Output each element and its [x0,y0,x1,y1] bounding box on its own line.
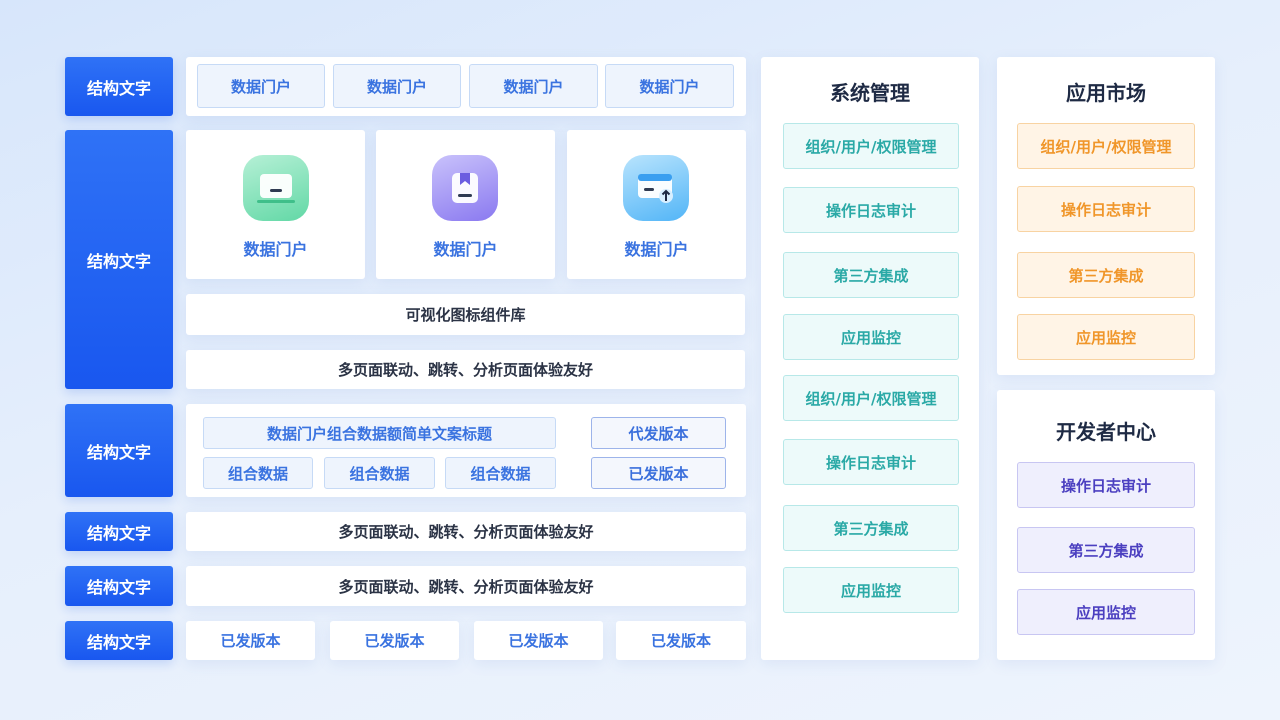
combo-data-chip-2[interactable]: 组合数据 [324,457,435,489]
system-item-audit-log-2[interactable]: 操作日志审计 [783,439,959,485]
version-box-3[interactable]: 已发版本 [474,621,603,660]
system-management-panel: 系统管理 组织/用户/权限管理 操作日志审计 第三方集成 应用监控 组织/用户/… [761,57,979,660]
market-item-audit-log[interactable]: 操作日志审计 [1017,186,1195,232]
card-upload-icon [623,155,689,221]
tab-data-portal-3[interactable]: 数据门户 [469,64,598,108]
version-box-4[interactable]: 已发版本 [616,621,746,660]
system-item-third-party-2[interactable]: 第三方集成 [783,505,959,551]
combo-data-panel: 数据门户组合数据额简单文案标题 组合数据 组合数据 组合数据 代发版本 已发版本 [186,404,746,497]
multi-page-bar-3[interactable]: 多页面联动、跳转、分析页面体验友好 [186,566,746,606]
row-label-4: 结构文字 [65,512,173,551]
row-label-6: 结构文字 [65,621,173,660]
portal-card-label: 数据门户 [243,240,308,259]
bookmark-box-icon [432,155,498,221]
monitor-icon [243,155,309,221]
app-market-title: 应用市场 [1066,81,1146,105]
developer-center-panel: 开发者中心 操作日志审计 第三方集成 应用监控 [997,390,1215,660]
pending-version-button[interactable]: 代发版本 [591,417,726,449]
dev-item-third-party[interactable]: 第三方集成 [1017,527,1195,573]
version-box-2[interactable]: 已发版本 [330,621,459,660]
top-tabs-panel: 数据门户 数据门户 数据门户 数据门户 [186,57,746,116]
system-management-title: 系统管理 [830,81,910,105]
system-item-org-user-permission[interactable]: 组织/用户/权限管理 [783,123,959,169]
dev-item-app-monitor[interactable]: 应用监控 [1017,589,1195,635]
version-box-1[interactable]: 已发版本 [186,621,315,660]
market-item-org-user-permission[interactable]: 组织/用户/权限管理 [1017,123,1195,169]
system-item-app-monitor[interactable]: 应用监控 [783,314,959,360]
portal-card-1[interactable]: 数据门户 [186,130,365,279]
developer-center-title: 开发者中心 [1056,420,1156,444]
combo-data-chip-1[interactable]: 组合数据 [203,457,313,489]
combo-data-chip-3[interactable]: 组合数据 [445,457,556,489]
tab-data-portal-2[interactable]: 数据门户 [333,64,461,108]
portal-card-2[interactable]: 数据门户 [376,130,555,279]
multi-page-bar-1[interactable]: 多页面联动、跳转、分析页面体验友好 [186,350,745,389]
combo-title-chip[interactable]: 数据门户组合数据额简单文案标题 [203,417,556,449]
system-item-audit-log[interactable]: 操作日志审计 [783,187,959,233]
row-label-2: 结构文字 [65,130,173,389]
system-item-third-party[interactable]: 第三方集成 [783,252,959,298]
row-label-1: 结构文字 [65,57,173,116]
dev-item-audit-log[interactable]: 操作日志审计 [1017,462,1195,508]
multi-page-bar-2[interactable]: 多页面联动、跳转、分析页面体验友好 [186,512,746,551]
system-item-app-monitor-2[interactable]: 应用监控 [783,567,959,613]
row-label-5: 结构文字 [65,566,173,606]
portal-card-label: 数据门户 [433,240,498,259]
portal-card-3[interactable]: 数据门户 [567,130,746,279]
row-label-3: 结构文字 [65,404,173,497]
tab-data-portal-4[interactable]: 数据门户 [605,64,734,108]
tab-data-portal-1[interactable]: 数据门户 [197,64,325,108]
visual-icon-library-bar[interactable]: 可视化图标组件库 [186,294,745,335]
market-item-third-party[interactable]: 第三方集成 [1017,252,1195,298]
market-item-app-monitor[interactable]: 应用监控 [1017,314,1195,360]
portal-card-label: 数据门户 [624,240,689,259]
released-version-button[interactable]: 已发版本 [591,457,726,489]
app-market-panel: 应用市场 组织/用户/权限管理 操作日志审计 第三方集成 应用监控 [997,57,1215,375]
system-item-org-user-permission-2[interactable]: 组织/用户/权限管理 [783,375,959,421]
